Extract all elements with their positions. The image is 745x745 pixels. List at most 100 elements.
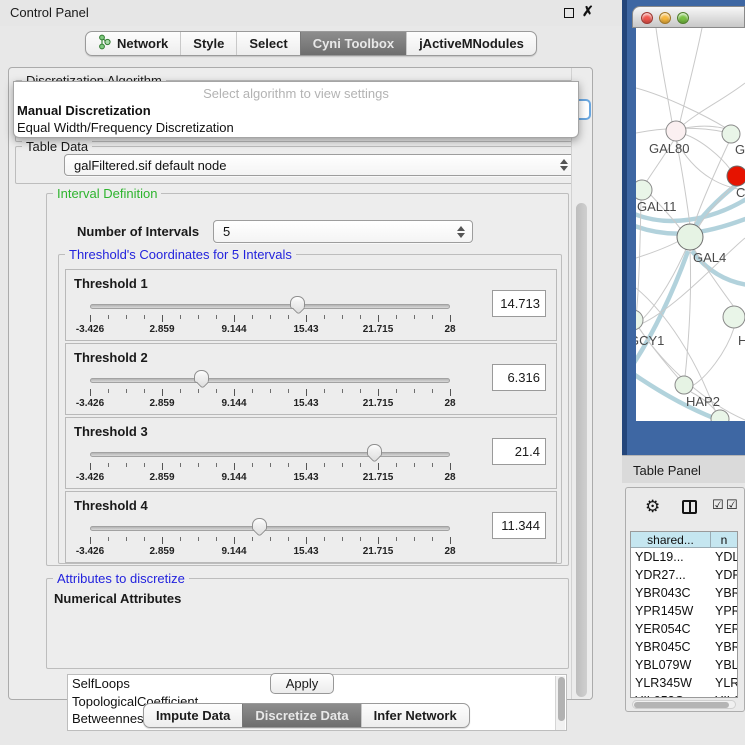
cyni-bottom-tabs: Impute Data Discretize Data Infer Networ… [143, 703, 470, 728]
threshold-label: Threshold 4 [74, 498, 148, 513]
slider-scale: -3.426 2.859 9.144 15.43 21.715 28 [90, 324, 451, 336]
zoom-traffic-light[interactable] [677, 12, 689, 24]
slider-track[interactable] [90, 452, 450, 457]
threshold-label: Threshold 3 [74, 424, 148, 439]
table-row[interactable]: YBL079WYBL0 [631, 656, 737, 674]
tab-label: Network [117, 36, 168, 51]
split-columns-icon[interactable] [682, 500, 697, 514]
node-hap2[interactable] [675, 376, 693, 394]
slider-thumb[interactable] [252, 518, 267, 531]
list-scrollbar[interactable] [555, 676, 565, 730]
node-gal11[interactable] [636, 180, 652, 200]
close-window-button[interactable]: ✗ [582, 3, 594, 20]
attributes-group: Attributes to discretize Numerical Attri… [46, 578, 569, 669]
tab-label: Impute Data [156, 708, 230, 723]
combobox-arrows-icon [457, 226, 465, 238]
tab-impute-data[interactable]: Impute Data [144, 704, 242, 727]
node-gal4[interactable] [677, 224, 703, 250]
table-row[interactable]: YDL19...YDL1 [631, 548, 737, 566]
tab-infer-network[interactable]: Infer Network [361, 704, 469, 727]
threshold-1-panel: Threshold 1 -3.426 2.859 9.144 15.43 21.… [65, 269, 557, 341]
number-of-intervals-label: Number of Intervals [77, 224, 199, 239]
table-row[interactable]: YPR145WYPR1 [631, 602, 737, 620]
tab-discretize-data[interactable]: Discretize Data [242, 704, 360, 727]
node-gcy1[interactable] [636, 310, 643, 330]
node[interactable] [723, 306, 745, 328]
group-title: Attributes to discretize [53, 571, 189, 586]
table-panel: ⚙ ☑ ☑ shared... n YDL19...YDL1 YDR27...Y… [625, 487, 745, 712]
threshold-4-panel: Threshold 4 -3.426 2.859 9.144 15.43 21.… [65, 491, 557, 563]
dropdown-item-equal-width-frequency[interactable]: Equal Width/Frequency Discretization [17, 120, 577, 135]
table-row[interactable]: YER054CYER0 [631, 620, 737, 638]
slider-track[interactable] [90, 526, 450, 531]
node-label: GCY1 [636, 333, 664, 348]
network-icon [98, 34, 111, 53]
gear-icon[interactable]: ⚙ [645, 497, 660, 517]
minimize-traffic-light[interactable] [659, 12, 671, 24]
float-window-button[interactable] [564, 8, 574, 18]
threshold-value-field[interactable]: 6.316 [492, 364, 546, 391]
panel-scrollbar[interactable] [571, 68, 590, 699]
tab-cyni-toolbox[interactable]: Cyni Toolbox [300, 32, 406, 55]
slider-thumb[interactable] [367, 444, 382, 457]
dropdown-placeholder: Select algorithm to view settings [14, 86, 578, 101]
tab-jactivemnodules[interactable]: jActiveMNodules [406, 32, 536, 55]
table-row[interactable]: YBR045CYBR0 [631, 638, 737, 656]
checkbox-icon[interactable]: ☑ [726, 498, 738, 513]
slider-track[interactable] [90, 378, 450, 383]
tab-label: Infer Network [374, 708, 457, 723]
node[interactable] [722, 125, 740, 143]
numerical-attributes-label: Numerical Attributes [54, 591, 181, 606]
node[interactable] [711, 410, 729, 421]
tab-select[interactable]: Select [236, 32, 299, 55]
close-traffic-light[interactable] [641, 12, 653, 24]
tab-label: Style [193, 36, 224, 51]
table-row[interactable]: YLR345WYLR3 [631, 674, 737, 692]
number-of-intervals-combobox[interactable]: 5 [213, 220, 473, 243]
column-header-name[interactable]: n [711, 532, 737, 547]
slider-ticks [90, 315, 452, 322]
tab-network[interactable]: Network [86, 32, 180, 55]
threshold-value-field[interactable]: 21.4 [492, 438, 546, 465]
checkbox-icon[interactable]: ☑ [712, 498, 724, 513]
network-graph: GAL80 GA C GAL11 GAL4 GCY1 H HAP2 [636, 28, 745, 421]
node-gal80[interactable] [666, 121, 686, 141]
control-panel-titlebar: Control Panel ✗ [0, 0, 622, 26]
slider-scale: -3.426 2.859 9.144 15.43 21.715 28 [90, 472, 451, 484]
node-selected-red[interactable] [727, 166, 745, 186]
control-panel-tabs: Network Style Select Cyni Toolbox jActiv… [85, 31, 537, 56]
combobox-arrows-icon [560, 159, 568, 171]
threshold-value-field[interactable]: 11.344 [492, 512, 546, 539]
table-panel-titlebar: Table Panel [622, 455, 745, 483]
table-horizontal-scrollbar[interactable] [632, 700, 736, 709]
threshold-value-field[interactable]: 14.713 [492, 290, 546, 317]
scrollbar-thumb[interactable] [634, 702, 729, 708]
cyni-toolbox-panel: Discretization Algorithm Table Data galF… [8, 67, 593, 700]
scrollbar-thumb[interactable] [576, 203, 587, 697]
slider-track[interactable] [90, 304, 450, 309]
slider-ticks [90, 463, 452, 470]
table-data-group: Table Data galFiltered.sif default node [15, 146, 581, 184]
network-window-titlebar[interactable] [632, 6, 745, 28]
network-view-window: GAL80 GA C GAL11 GAL4 GCY1 H HAP2 [632, 6, 745, 421]
tab-style[interactable]: Style [180, 32, 236, 55]
table-data-combobox[interactable]: galFiltered.sif default node [64, 154, 576, 176]
column-header-shared-name[interactable]: shared... [631, 532, 711, 547]
table-row[interactable]: YBR043CYBR0 [631, 584, 737, 602]
apply-button[interactable]: Apply [270, 673, 334, 694]
table-row[interactable]: YIL052CYIL0 [631, 692, 737, 698]
threshold-3-panel: Threshold 3 -3.426 2.859 9.144 15.43 21.… [65, 417, 557, 489]
node-label: GAL80 [649, 141, 689, 156]
table-header-row: shared... n [631, 532, 737, 548]
threshold-label: Threshold 2 [74, 350, 148, 365]
dropdown-item-manual-discretization[interactable]: Manual Discretization [17, 103, 577, 118]
node-label: GA [735, 142, 745, 157]
slider-thumb[interactable] [290, 296, 305, 309]
table-row[interactable]: YDR27...YDR2 [631, 566, 737, 584]
slider-thumb[interactable] [194, 370, 209, 383]
node-label: GAL11 [637, 199, 677, 214]
table-panel-title: Table Panel [633, 463, 701, 478]
network-canvas[interactable]: GAL80 GA C GAL11 GAL4 GCY1 H HAP2 [636, 28, 745, 421]
threshold-coordinates-group: Threshold's Coordinates for 5 Intervals … [58, 254, 562, 564]
node-label: HAP2 [686, 394, 720, 409]
